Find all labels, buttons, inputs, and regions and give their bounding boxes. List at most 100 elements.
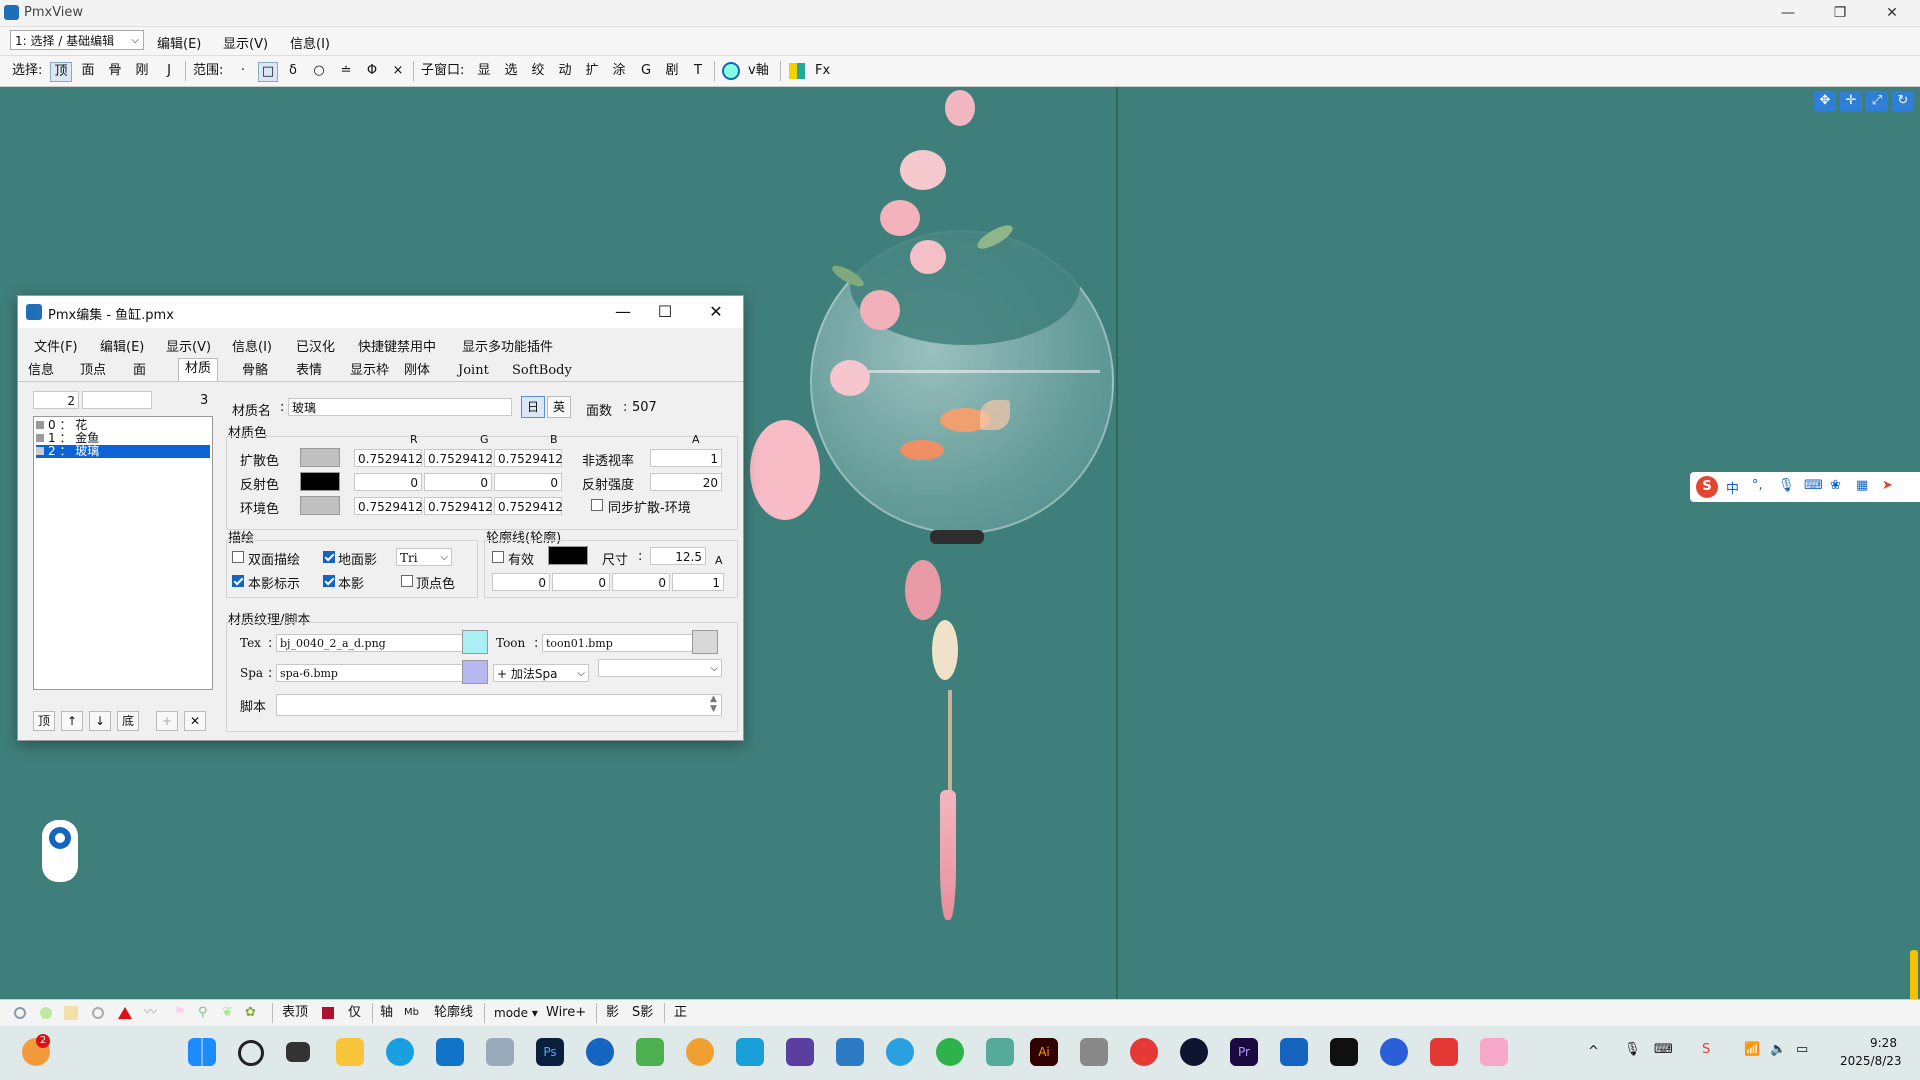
tab-display-frame[interactable]: 显示枠 xyxy=(350,361,389,381)
sub-select-button[interactable]: 选 xyxy=(503,62,519,80)
select-rigid-button[interactable]: 刚 xyxy=(133,62,151,80)
face-dot-icon[interactable] xyxy=(40,1007,52,1019)
edge-b-field[interactable]: 0 xyxy=(612,573,670,591)
surface-vertex-button[interactable]: 表顶 xyxy=(282,1004,308,1022)
add-button[interactable]: + xyxy=(156,711,178,731)
specular-r-field[interactable]: 0 xyxy=(354,473,422,491)
app-icon[interactable] xyxy=(1380,1038,1408,1066)
sub-paint-button[interactable]: 涂 xyxy=(611,62,627,80)
grid-icon[interactable] xyxy=(789,63,805,79)
mode-dropdown[interactable]: mode ▾ xyxy=(494,1004,538,1022)
move-down-button[interactable]: ↓ xyxy=(89,711,111,731)
diffuse-r-field[interactable]: 0.7529412 xyxy=(354,449,423,467)
menu-info[interactable]: 信息(I) xyxy=(290,33,330,52)
dialog-close-button[interactable]: ✕ xyxy=(696,300,736,324)
outline-button[interactable]: 轮廓线 xyxy=(434,1004,473,1022)
more-icon[interactable]: ➤ xyxy=(1882,478,1893,493)
app-icon[interactable] xyxy=(486,1038,514,1066)
app-icon[interactable] xyxy=(986,1038,1014,1066)
rotate-icon[interactable]: ↻ xyxy=(1892,91,1914,111)
script-field[interactable] xyxy=(276,694,722,716)
chevron-up-icon[interactable]: ^ xyxy=(1588,1044,1599,1059)
only-button[interactable]: 仅 xyxy=(348,1004,361,1022)
app-icon[interactable] xyxy=(586,1038,614,1066)
mode-select[interactable]: 1: 选择 / 基础编辑 ⌵ xyxy=(10,30,144,50)
vertex-color-checkbox[interactable] xyxy=(401,575,413,587)
dialog-maximize-button[interactable]: ☐ xyxy=(645,300,685,324)
wifi-icon[interactable]: 📶 xyxy=(1744,1042,1760,1057)
file-explorer-icon[interactable] xyxy=(336,1038,364,1066)
spa-swatch[interactable] xyxy=(462,660,488,684)
dialog-menu-shortcut[interactable]: 快捷键禁用中 xyxy=(358,336,436,355)
edge-size-field[interactable]: 12.5 xyxy=(650,547,706,565)
battery-icon[interactable]: ▭ xyxy=(1796,1042,1808,1057)
opacity-field[interactable]: 1 xyxy=(650,449,722,467)
select-vertex-button[interactable]: 顶 xyxy=(50,62,72,82)
photoshop-icon[interactable]: Ps xyxy=(536,1038,564,1066)
apps-icon[interactable]: ▦ xyxy=(1856,478,1868,493)
triangle-icon[interactable] xyxy=(118,1007,132,1019)
menu-edit[interactable]: 编辑(E) xyxy=(157,33,201,52)
pan-icon[interactable]: ✥ xyxy=(1814,91,1836,111)
tab-material[interactable]: 材质 xyxy=(178,358,219,381)
edge-g-field[interactable]: 0 xyxy=(552,573,610,591)
globe-icon[interactable] xyxy=(722,62,740,80)
self-shadow-checkbox[interactable] xyxy=(323,575,335,587)
diffuse-g-field[interactable]: 0.7529412 xyxy=(424,449,493,467)
keyboard-icon[interactable]: ⌨ xyxy=(1804,478,1823,493)
clock-date[interactable]: 2025/8/23 xyxy=(1840,1054,1902,1068)
sub-display-button[interactable]: 显 xyxy=(476,62,492,80)
task-view-icon[interactable] xyxy=(286,1042,310,1062)
sub-move-button[interactable]: 动 xyxy=(557,62,573,80)
specular-g-field[interactable]: 0 xyxy=(424,473,492,491)
self-shadow-button[interactable]: S影 xyxy=(632,1004,653,1022)
spa-field[interactable]: spa-6.bmp xyxy=(276,664,474,682)
tab-softbody[interactable]: SoftBody xyxy=(512,361,572,381)
minimize-button[interactable]: — xyxy=(1762,0,1814,26)
ambient-r-field[interactable]: 0.7529412 xyxy=(354,497,423,515)
app-icon[interactable] xyxy=(736,1038,764,1066)
color-square-icon[interactable] xyxy=(322,1007,334,1019)
shadow-button[interactable]: 影 xyxy=(606,1004,619,1022)
pmxview-icon[interactable] xyxy=(836,1038,864,1066)
ambient-g-field[interactable]: 0.7529412 xyxy=(424,497,493,515)
range-phi-button[interactable]: Φ xyxy=(364,62,380,80)
range-delta-button[interactable]: δ xyxy=(285,62,301,80)
front-view-button[interactable]: 正 xyxy=(674,1004,687,1022)
material-list[interactable]: 0 ： 花 1 ： 金鱼 2 ： 玻璃 xyxy=(33,416,213,690)
tab-joint[interactable]: Joint xyxy=(458,361,489,381)
ime-icon[interactable]: ⌨ xyxy=(1654,1042,1673,1057)
self-shadow-map-checkbox[interactable] xyxy=(232,575,244,587)
v-axis-button[interactable]: v軸 xyxy=(748,62,769,80)
floating-widget[interactable] xyxy=(42,820,78,882)
sogou-icon[interactable]: S xyxy=(1696,476,1718,498)
app-icon[interactable] xyxy=(636,1038,664,1066)
list-item-selected[interactable]: 2 ： 玻璃 xyxy=(36,445,210,458)
sub-g-button[interactable]: G xyxy=(638,62,654,80)
diffuse-swatch[interactable] xyxy=(300,448,340,467)
zoom-icon[interactable]: ⤢ xyxy=(1866,91,1888,111)
tab-rigid-body[interactable]: 刚体 xyxy=(404,361,430,381)
microphone-icon[interactable]: 🎙 xyxy=(1624,1042,1641,1057)
wire-plus-button[interactable]: Wire+ xyxy=(546,1004,586,1022)
ground-shadow-checkbox[interactable] xyxy=(323,551,335,563)
mb-icon[interactable]: Mb xyxy=(404,1004,419,1022)
wechat-icon[interactable] xyxy=(936,1038,964,1066)
blender-icon[interactable] xyxy=(686,1038,714,1066)
select-joint-button[interactable]: J xyxy=(160,62,178,80)
dialog-menu-file[interactable]: 文件(F) xyxy=(34,336,78,355)
clock-time[interactable]: 9:28 xyxy=(1870,1036,1897,1050)
spec-power-field[interactable]: 20 xyxy=(650,473,722,491)
edge-r-field[interactable]: 0 xyxy=(492,573,550,591)
select-face-button[interactable]: 面 xyxy=(79,62,97,80)
skin-icon[interactable]: ❀ xyxy=(1830,478,1841,493)
tex-field[interactable]: bj_0040_2_a_d.png xyxy=(276,634,474,652)
sub-t-button[interactable]: T xyxy=(690,62,706,80)
maximize-button[interactable]: ❐ xyxy=(1814,0,1866,26)
dialog-menu-edit[interactable]: 编辑(E) xyxy=(100,336,144,355)
premiere-icon[interactable]: Pr xyxy=(1230,1038,1258,1066)
close-button[interactable]: ✕ xyxy=(1866,0,1918,26)
delete-button[interactable]: ✕ xyxy=(184,711,206,731)
range-line-button[interactable]: ≐ xyxy=(338,62,354,80)
range-clear-button[interactable]: × xyxy=(390,62,406,80)
